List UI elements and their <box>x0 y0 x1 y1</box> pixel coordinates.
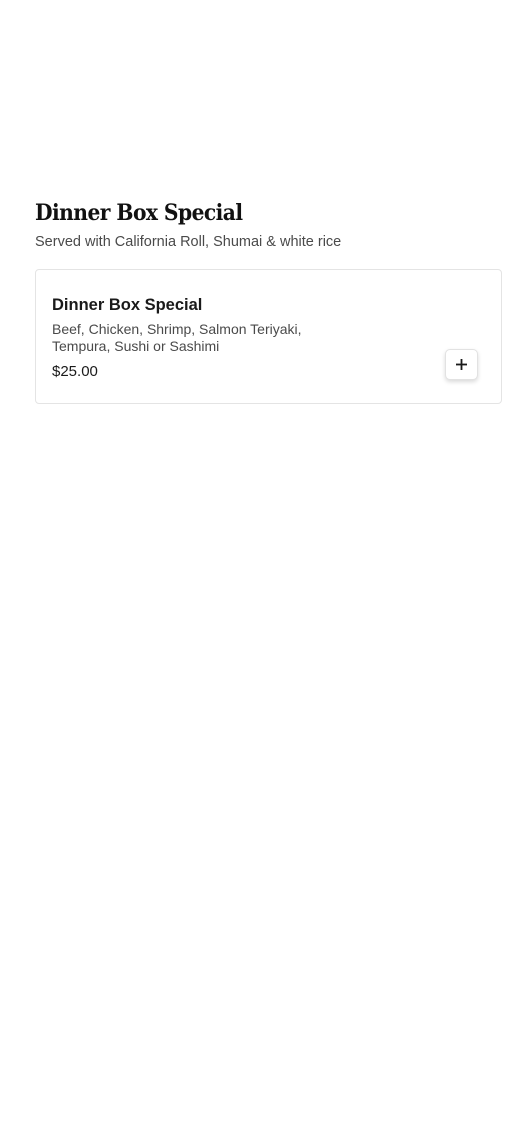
item-name: Dinner Box Special <box>52 296 203 314</box>
section-title: Dinner Box Special <box>35 200 243 226</box>
plus-icon <box>456 359 467 370</box>
item-price: $25.00 <box>52 363 98 380</box>
add-item-button[interactable] <box>445 349 478 380</box>
menu-section: Dinner Box Special Served with Californi… <box>35 198 504 404</box>
section-subtitle: Served with California Roll, Shumai & wh… <box>35 234 342 250</box>
item-description: Beef, Chicken, Shrimp, Salmon Teriyaki, … <box>52 321 302 354</box>
menu-item-card[interactable]: Dinner Box Special Beef, Chicken, Shrimp… <box>35 269 502 404</box>
